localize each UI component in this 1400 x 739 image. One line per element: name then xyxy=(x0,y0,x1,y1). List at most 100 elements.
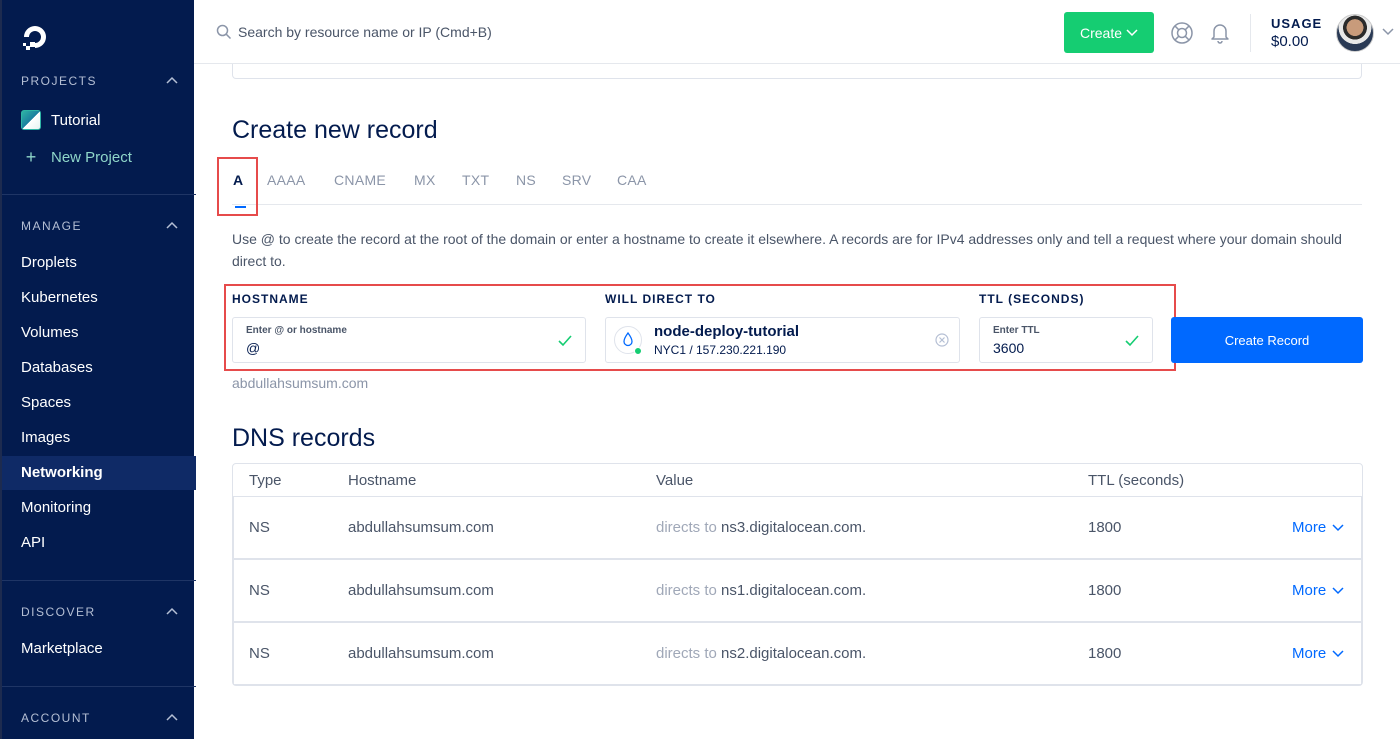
avatar[interactable] xyxy=(1336,14,1374,52)
topbar: Create USAGE $0.00 xyxy=(194,0,1400,64)
search-icon xyxy=(216,24,232,40)
directs-to-text: directs to xyxy=(656,582,717,599)
checkmark-icon xyxy=(558,335,572,347)
chevron-down-icon[interactable] xyxy=(1382,28,1394,36)
project-icon xyxy=(21,110,41,130)
create-button-label: Create xyxy=(1079,24,1123,41)
account-section-header: ACCOUNT xyxy=(21,711,91,725)
help-lifebuoy-icon[interactable] xyxy=(1170,21,1194,45)
create-button[interactable]: Create xyxy=(1064,12,1154,53)
table-row: NS abdullahsumsum.com directs to ns3.dig… xyxy=(233,496,1362,559)
sidebar-item-droplets[interactable]: Droplets xyxy=(2,246,196,280)
record-value: directs to ns2.digitalocean.com. xyxy=(656,645,866,662)
tab-aaaa[interactable]: AAAA xyxy=(267,172,306,188)
column-header-value: Value xyxy=(656,472,694,489)
column-header-hostname: Hostname xyxy=(348,472,417,489)
search-input[interactable] xyxy=(238,20,738,44)
projects-section-header: PROJECTS xyxy=(21,74,98,88)
previous-card-edge xyxy=(232,64,1362,79)
directs-to-text: directs to xyxy=(656,645,717,662)
checkmark-icon xyxy=(1125,335,1139,347)
column-header-type: Type xyxy=(249,472,282,489)
table-row: NS abdullahsumsum.com directs to ns2.dig… xyxy=(233,622,1362,685)
will-direct-to-select[interactable]: node-deploy-tutorial NYC1 / 157.230.221.… xyxy=(605,317,960,363)
clear-icon[interactable] xyxy=(935,333,949,347)
ttl-field-hint: Enter TTL xyxy=(993,325,1040,336)
more-dropdown[interactable]: More xyxy=(1292,645,1344,662)
record-ttl: 1800 xyxy=(1088,582,1122,599)
droplet-location-ip: NYC1 / 157.230.221.190 xyxy=(654,343,787,357)
sidebar-item-volumes[interactable]: Volumes xyxy=(2,316,196,350)
domain-hint: abdullahsumsum.com xyxy=(232,375,369,391)
divider xyxy=(1250,14,1251,52)
more-dropdown[interactable]: More xyxy=(1292,519,1344,536)
sidebar-item-api[interactable]: API xyxy=(2,526,196,560)
table-row: NS abdullahsumsum.com directs to ns1.dig… xyxy=(233,559,1362,622)
hostname-label: HOSTNAME xyxy=(232,292,309,306)
status-dot xyxy=(634,347,642,355)
record-ttl: 1800 xyxy=(1088,645,1122,662)
notification-bell-icon[interactable] xyxy=(1208,20,1232,44)
record-type: NS xyxy=(249,645,270,662)
new-project-link[interactable]: + New Project xyxy=(21,147,132,168)
chevron-up-icon[interactable] xyxy=(166,76,178,84)
more-label: More xyxy=(1292,645,1327,662)
usage-value[interactable]: $0.00 xyxy=(1271,33,1309,50)
sidebar-item-tutorial-project[interactable]: Tutorial xyxy=(21,110,100,130)
chevron-up-icon[interactable] xyxy=(166,713,178,721)
sidebar-item-images[interactable]: Images xyxy=(2,421,196,455)
sidebar-item-spaces[interactable]: Spaces xyxy=(2,386,196,420)
record-hostname: abdullahsumsum.com xyxy=(348,645,494,662)
chevron-down-icon xyxy=(1332,649,1344,657)
chevron-down-icon xyxy=(1332,586,1344,594)
divider xyxy=(2,686,196,687)
tab-ns[interactable]: NS xyxy=(516,172,536,188)
create-record-title: Create new record xyxy=(232,116,438,144)
chevron-up-icon[interactable] xyxy=(166,221,178,229)
tab-caa[interactable]: CAA xyxy=(617,172,647,188)
ttl-field-value: 3600 xyxy=(993,340,1025,356)
tab-mx[interactable]: MX xyxy=(414,172,436,188)
divider xyxy=(2,580,196,581)
record-target: ns2.digitalocean.com. xyxy=(721,645,867,662)
record-hostname: abdullahsumsum.com xyxy=(348,582,494,599)
tab-cname[interactable]: CNAME xyxy=(334,172,386,188)
chevron-down-icon xyxy=(1332,523,1344,531)
dns-records-title: DNS records xyxy=(232,424,376,452)
directs-to-text: directs to xyxy=(656,519,717,536)
record-hostname: abdullahsumsum.com xyxy=(348,519,494,536)
usage-label: USAGE xyxy=(1271,16,1323,31)
plus-icon: + xyxy=(25,147,37,167)
sidebar: PROJECTS Tutorial + New Project MANAGE D… xyxy=(0,0,196,739)
tab-srv[interactable]: SRV xyxy=(562,172,591,188)
record-description: Use @ to create the record at the root o… xyxy=(232,231,1342,269)
record-type: NS xyxy=(249,582,270,599)
chevron-down-icon xyxy=(1126,28,1138,36)
record-target: ns3.digitalocean.com. xyxy=(721,519,867,536)
more-dropdown[interactable]: More xyxy=(1292,582,1344,599)
droplet-name: node-deploy-tutorial xyxy=(654,323,799,340)
sidebar-item-marketplace[interactable]: Marketplace xyxy=(2,632,196,666)
digitalocean-logo-icon[interactable] xyxy=(20,22,50,52)
record-value: directs to ns1.digitalocean.com. xyxy=(656,582,866,599)
hostname-field-hint: Enter @ or hostname xyxy=(246,325,347,336)
ttl-field[interactable]: Enter TTL 3600 xyxy=(979,317,1153,363)
sidebar-item-monitoring[interactable]: Monitoring xyxy=(2,491,196,525)
more-label: More xyxy=(1292,582,1327,599)
create-record-button[interactable]: Create Record xyxy=(1171,317,1363,363)
sidebar-item-databases[interactable]: Databases xyxy=(2,351,196,385)
tab-txt[interactable]: TXT xyxy=(462,172,489,188)
highlight-box xyxy=(217,157,258,216)
hostname-field[interactable]: Enter @ or hostname @ xyxy=(232,317,586,363)
ttl-label: TTL (SECONDS) xyxy=(979,292,1085,306)
divider xyxy=(2,194,196,195)
sidebar-item-networking[interactable]: Networking xyxy=(2,456,196,490)
chevron-up-icon[interactable] xyxy=(166,607,178,615)
will-direct-to-label: WILL DIRECT TO xyxy=(605,292,716,306)
discover-section-header: DISCOVER xyxy=(21,605,96,619)
sidebar-item-kubernetes[interactable]: Kubernetes xyxy=(2,281,196,315)
project-label: Tutorial xyxy=(51,111,101,129)
manage-section-header: MANAGE xyxy=(21,219,83,233)
column-header-ttl: TTL (seconds) xyxy=(1088,472,1185,489)
dns-records-table: Type Hostname Value TTL (seconds) NS abd… xyxy=(232,463,1363,686)
